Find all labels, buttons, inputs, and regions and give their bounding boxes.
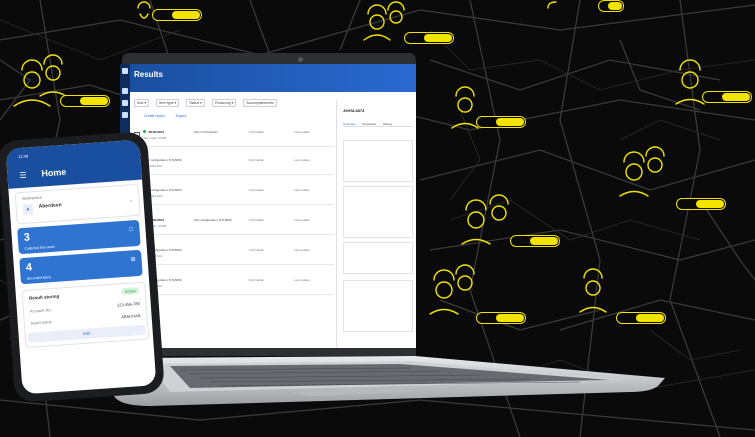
export-button[interactable]: Export <box>176 114 186 118</box>
page-title: Results <box>134 70 163 79</box>
document-icon: ▤ <box>130 256 136 263</box>
tab-history[interactable]: History <box>383 122 392 126</box>
stat-label: Recorded items <box>26 275 52 281</box>
row-builder: Unit builder <box>249 248 265 252</box>
stat-value: 4 <box>25 261 33 274</box>
row-builder: Unit builder <box>249 188 265 192</box>
table-row[interactable]: Test configuration: NTL5050 Standard SL0… <box>134 274 334 295</box>
detail-title: J0HSL6873 <box>343 108 365 113</box>
detail-table <box>343 242 413 274</box>
table-row[interactable]: Test configuration: NTL5050 Standard SL0… <box>134 154 334 175</box>
row-builder: Unit builder <box>249 278 265 282</box>
workspace-label: Workspace <box>21 194 43 201</box>
account-label: Account No. <box>29 307 52 314</box>
filter-item-type[interactable]: Item type ▾ <box>156 99 180 107</box>
phone-body: 12:48 ☰ Home Workspace A Aberdeen ⌄ 3 Co… <box>0 131 165 403</box>
app-header <box>130 64 416 92</box>
stat-card[interactable]: 4 Recorded items ▤ <box>19 249 143 285</box>
status-pill <box>510 235 560 247</box>
row-config: Test configuration: NTL5050 <box>194 218 232 222</box>
filter-status[interactable]: Status ▾ <box>186 99 205 107</box>
row-builder: Unit builder <box>249 158 265 162</box>
account-value: 123-456-789 <box>116 301 140 308</box>
stat-value: 3 <box>23 231 31 244</box>
detail-chart <box>343 186 413 238</box>
stat-card[interactable]: 3 Collected this week ▢ <box>17 219 141 255</box>
stat-label: Collected this week <box>24 244 55 251</box>
marketing-scene: Results Sort ▾ Item type ▾ Status ▾ Prod… <box>0 0 755 437</box>
status-pill <box>476 116 526 128</box>
status-pill <box>616 312 666 324</box>
status-pill <box>476 312 526 324</box>
chevron-icon: ⌄ <box>128 197 133 203</box>
home-icon[interactable] <box>122 88 128 94</box>
row-updated: Last update <box>294 130 310 134</box>
asset-label: Asset name <box>30 319 53 326</box>
table-row[interactable]: Test configuration: NTL5050 Standard SL0… <box>134 244 334 265</box>
status-pill <box>60 95 110 107</box>
phone-header <box>5 139 143 189</box>
laptop-screen: Results Sort ▾ Item type ▾ Status ▾ Prod… <box>120 64 416 348</box>
create-report-button[interactable]: Create report <box>144 114 165 118</box>
detail-card <box>343 140 413 182</box>
filter-accomplishments[interactable]: Accomplishments <box>243 99 277 107</box>
workspace-card[interactable]: Workspace A Aberdeen ⌄ <box>14 183 141 225</box>
table-row[interactable]: J0HSL6873 Item type: ZCNR Test configura… <box>134 214 334 235</box>
clipboard-icon: ▢ <box>128 226 134 233</box>
camera-icon <box>298 57 303 62</box>
result-title: Result storing <box>28 293 60 301</box>
phone-clock: 12:48 <box>17 153 29 160</box>
row-updated: Last update <box>294 158 310 162</box>
row-updated: Last update <box>294 248 310 252</box>
row-id: J0HSL6873 <box>148 130 165 134</box>
table-row[interactable]: Test configuration: NTL5050 Standard SL0… <box>134 184 334 205</box>
tab-overview[interactable]: Overview <box>343 122 356 126</box>
row-config: Test in Production <box>194 130 218 134</box>
filter-sort[interactable]: Sort ▾ <box>134 99 150 107</box>
row-updated: Last update <box>294 188 310 192</box>
status-pill <box>598 0 624 12</box>
list-icon[interactable] <box>122 100 128 106</box>
location-name: Aberdeen <box>38 202 62 210</box>
row-builder: Unit builder <box>249 130 265 134</box>
status-pill <box>152 9 202 21</box>
asset-value: ABNCHAB <box>121 312 141 320</box>
status-dot <box>143 130 146 133</box>
result-card[interactable]: Result storing Active Account No. 123-45… <box>21 281 150 349</box>
row-updated: Last update <box>294 218 310 222</box>
status-pill <box>404 32 454 44</box>
row-updated: Last update <box>294 278 310 282</box>
table-row[interactable]: J0HSL6873 Item type: ZCNR Test in Produc… <box>134 126 334 147</box>
detail-panel: J0HSL6873 Overview Properties History <box>336 100 416 348</box>
status-pill <box>676 198 726 210</box>
menu-icon[interactable]: ☰ <box>19 171 27 180</box>
results-icon[interactable] <box>122 112 128 118</box>
status-badge: Active <box>121 287 140 296</box>
phone-screen: 12:48 ☰ Home Workspace A Aberdeen ⌄ 3 Co… <box>5 139 157 395</box>
logo-icon <box>122 68 128 74</box>
action-tabs: Create report Export <box>144 114 196 118</box>
row-builder: Unit builder <box>249 218 265 222</box>
filter-toolbar: Sort ▾ Item type ▾ Status ▾ Producing ▾ … <box>134 99 283 107</box>
detail-tabs: Overview Properties History <box>343 122 413 127</box>
tab-properties[interactable]: Properties <box>362 122 376 126</box>
phone-device: 12:48 ☰ Home Workspace A Aberdeen ⌄ 3 Co… <box>0 131 165 403</box>
laptop-base <box>114 356 665 406</box>
filter-producing[interactable]: Producing ▾ <box>211 99 237 107</box>
location-avatar: A <box>22 204 34 215</box>
phone-title: Home <box>41 166 67 179</box>
status-pill <box>702 91 752 103</box>
edit-button[interactable]: Edit <box>27 324 146 343</box>
detail-list <box>343 280 413 332</box>
